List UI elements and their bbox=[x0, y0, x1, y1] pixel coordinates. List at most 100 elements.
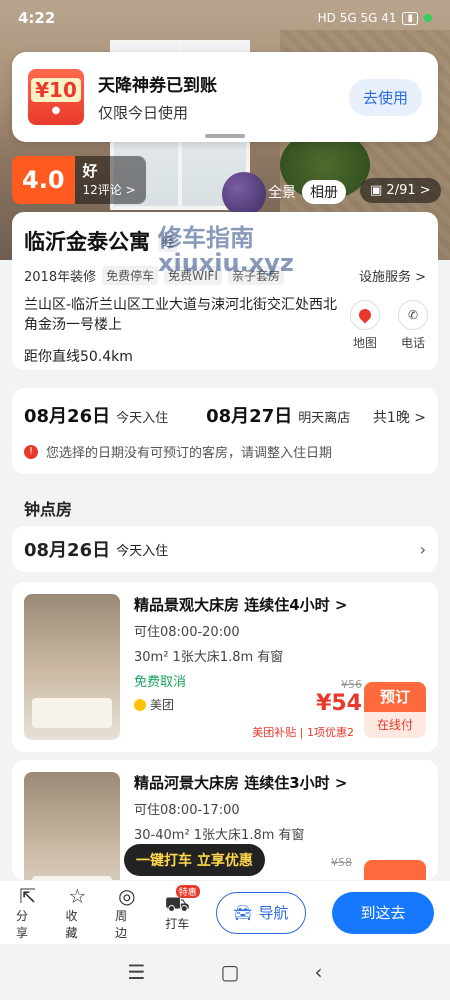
date-row: 08月26日 今天入住 08月27日 明天离店 共1晚 > bbox=[24, 402, 426, 428]
favorite-label: 收藏 bbox=[65, 908, 78, 940]
rating-score: 4.0 bbox=[12, 156, 75, 204]
old-price: ¥58 bbox=[331, 856, 352, 869]
favorite-button[interactable]: ☆ 收藏 bbox=[66, 885, 90, 941]
book-button[interactable] bbox=[364, 860, 426, 880]
watermark-line1: 修车指南 bbox=[158, 224, 254, 252]
image-icon: ▣ bbox=[370, 183, 387, 198]
contact-actions: 地图 ✆ 电话 bbox=[350, 300, 428, 351]
camera-dot-icon bbox=[424, 14, 432, 22]
chevron-right-icon: › bbox=[419, 539, 426, 559]
notification-subtitle: 仅限今日使用 bbox=[98, 104, 189, 122]
coupon-icon: ¥10 ● bbox=[28, 69, 84, 125]
coupon-notification[interactable]: ¥10 ● 天降神券已到账 仅限今日使用 去使用 bbox=[12, 52, 438, 142]
warning-icon: ! bbox=[24, 444, 38, 459]
rating-word: 好 bbox=[82, 162, 98, 181]
home-icon[interactable]: ▢ bbox=[221, 960, 240, 984]
navigate-label: 导航 bbox=[258, 904, 289, 922]
star-icon: ☆ bbox=[68, 883, 87, 908]
book-sub: 在线付 bbox=[364, 712, 426, 738]
room-price: ¥56 ¥54 bbox=[316, 678, 362, 716]
menu-icon[interactable]: ☰ bbox=[128, 960, 146, 984]
car-icon: 🚘︎ bbox=[233, 903, 253, 922]
watermark: 修车指南 xiuxiu.xyz bbox=[158, 224, 294, 278]
source-name: 美团 bbox=[150, 698, 175, 712]
status-icons: HD 5G 5G 41 ▮ bbox=[318, 11, 432, 25]
phone-button[interactable]: ✆ 电话 bbox=[398, 300, 428, 351]
subsidy-text: 美团补贴 | 1项优惠2 bbox=[252, 726, 354, 739]
date-warning: ! 您选择的日期没有可预订的客房，请调整入住日期 bbox=[24, 442, 426, 461]
room-card[interactable]: 精品景观大床房 连续住4小时 > 可住08:00-20:00 30m² 1张大床… bbox=[12, 582, 438, 752]
checkout-date: 08月27日 bbox=[206, 406, 293, 427]
share-button[interactable]: ⇱ 分享 bbox=[16, 885, 40, 941]
share-label: 分享 bbox=[16, 908, 29, 940]
renovation-year: 2018年装修 bbox=[24, 270, 97, 285]
notification-text: 天降神券已到账 仅限今日使用 bbox=[98, 71, 217, 123]
hotel-name: 临沂金泰公寓 bbox=[24, 230, 150, 254]
hourly-date-sub: 今天入住 bbox=[116, 543, 169, 559]
map-button[interactable]: 地图 bbox=[350, 300, 380, 351]
rating-badge[interactable]: 4.0 好 12评论 > bbox=[12, 156, 146, 204]
compass-icon: ◎ bbox=[118, 883, 136, 908]
map-pin-icon bbox=[350, 300, 380, 330]
taxi-label: 打车 bbox=[165, 917, 190, 931]
notification-title: 天降神券已到账 bbox=[98, 76, 217, 96]
old-price: ¥56 bbox=[341, 678, 362, 691]
battery-icon: ▮ bbox=[402, 11, 418, 25]
nearby-label: 周边 bbox=[115, 908, 128, 940]
warning-text: 您选择的日期没有可预订的客房，请调整入住日期 bbox=[46, 446, 333, 461]
album-counter[interactable]: ▣ 2/91 > bbox=[360, 178, 441, 203]
hotel-address[interactable]: 兰山区-临沂兰山区工业大道与涑河北街交汇处西北角金汤一号楼上 bbox=[24, 295, 344, 336]
hourly-section-title: 钟点房 bbox=[24, 500, 73, 519]
checkout-sub: 明天离店 bbox=[298, 411, 351, 426]
room-spec: 30m² 1张大床1.8m 有窗 bbox=[134, 650, 284, 665]
room-spec: 30-40m² 1张大床1.8m 有窗 bbox=[134, 828, 305, 843]
nights-count: 共1晚 > bbox=[372, 410, 426, 426]
tab-panorama[interactable]: 全景 bbox=[268, 182, 296, 202]
photo-tabs: 全景 相册 bbox=[268, 180, 346, 204]
checkin-date: 08月26日 bbox=[24, 406, 111, 427]
room-time: 可住08:00-17:00 bbox=[134, 803, 240, 818]
system-nav-bar: ☰ ▢ ‹ bbox=[0, 944, 450, 1000]
go-here-button[interactable]: 到这去 bbox=[332, 891, 434, 934]
review-count: 12评论 > bbox=[82, 183, 136, 198]
meituan-logo-icon bbox=[134, 698, 146, 711]
nearby-button[interactable]: ◎ 周边 bbox=[115, 885, 139, 941]
checkin-sub: 今天入住 bbox=[116, 411, 169, 426]
navigate-button[interactable]: 🚘︎ 导航 bbox=[215, 891, 307, 934]
current-price: ¥54 bbox=[316, 691, 362, 716]
room-photo[interactable] bbox=[24, 772, 120, 880]
hourly-date: 08月26日 bbox=[24, 540, 111, 561]
rating-meta: 好 12评论 > bbox=[83, 161, 136, 199]
hourly-date-row[interactable]: 08月26日 今天入住 › bbox=[12, 526, 438, 572]
book-label: 预订 bbox=[364, 682, 426, 712]
tab-album[interactable]: 相册 bbox=[302, 180, 346, 204]
status-time: 4:22 bbox=[18, 9, 56, 27]
facilities-link[interactable]: 设施服务 > bbox=[359, 266, 426, 285]
album-count: 2/91 > bbox=[386, 183, 431, 198]
coupon-seal-icon: ● bbox=[51, 105, 61, 116]
back-icon[interactable]: ‹ bbox=[314, 960, 322, 984]
room-photo[interactable] bbox=[24, 594, 120, 740]
room-info: 精品河景大床房 连续住3小时 > 可住08:00-17:00 30-40m² 1… bbox=[134, 772, 426, 843]
phone-icon: ✆ bbox=[398, 300, 428, 330]
bottom-action-bar: ⇱ 分享 ☆ 收藏 ◎ 周边 特惠 ⛟ 打车 🚘︎ 导航 到这去 bbox=[0, 880, 450, 944]
watermark-line2: xiuxiu.xyz bbox=[158, 249, 294, 278]
book-button[interactable]: 预订 在线付 bbox=[364, 682, 426, 738]
date-selector[interactable]: 08月26日 今天入住 08月27日 明天离店 共1晚 > ! 您选择的日期没有… bbox=[12, 388, 438, 474]
phone-label: 电话 bbox=[400, 336, 425, 350]
taxi-button[interactable]: 特惠 ⛟ 打车 bbox=[165, 885, 200, 932]
status-bar: 4:22 HD 5G 5G 41 ▮ bbox=[0, 0, 450, 36]
taxi-tooltip[interactable]: 一键打车 立享优惠 bbox=[124, 844, 265, 876]
taxi-badge: 特惠 bbox=[175, 885, 200, 898]
coupon-amount: ¥10 bbox=[31, 78, 81, 102]
use-coupon-button[interactable]: 去使用 bbox=[348, 78, 422, 116]
tag-parking: 免费停车 bbox=[102, 266, 159, 285]
photo-ball bbox=[222, 172, 266, 216]
share-icon: ⇱ bbox=[19, 883, 37, 908]
room-name: 精品河景大床房 连续住3小时 > bbox=[134, 774, 348, 792]
status-right-text: HD 5G 5G 41 bbox=[317, 11, 397, 25]
map-label: 地图 bbox=[352, 336, 377, 350]
notification-handle[interactable] bbox=[205, 134, 245, 138]
room-time: 可住08:00-20:00 bbox=[134, 625, 240, 640]
room-name: 精品景观大床房 连续住4小时 > bbox=[134, 596, 348, 614]
